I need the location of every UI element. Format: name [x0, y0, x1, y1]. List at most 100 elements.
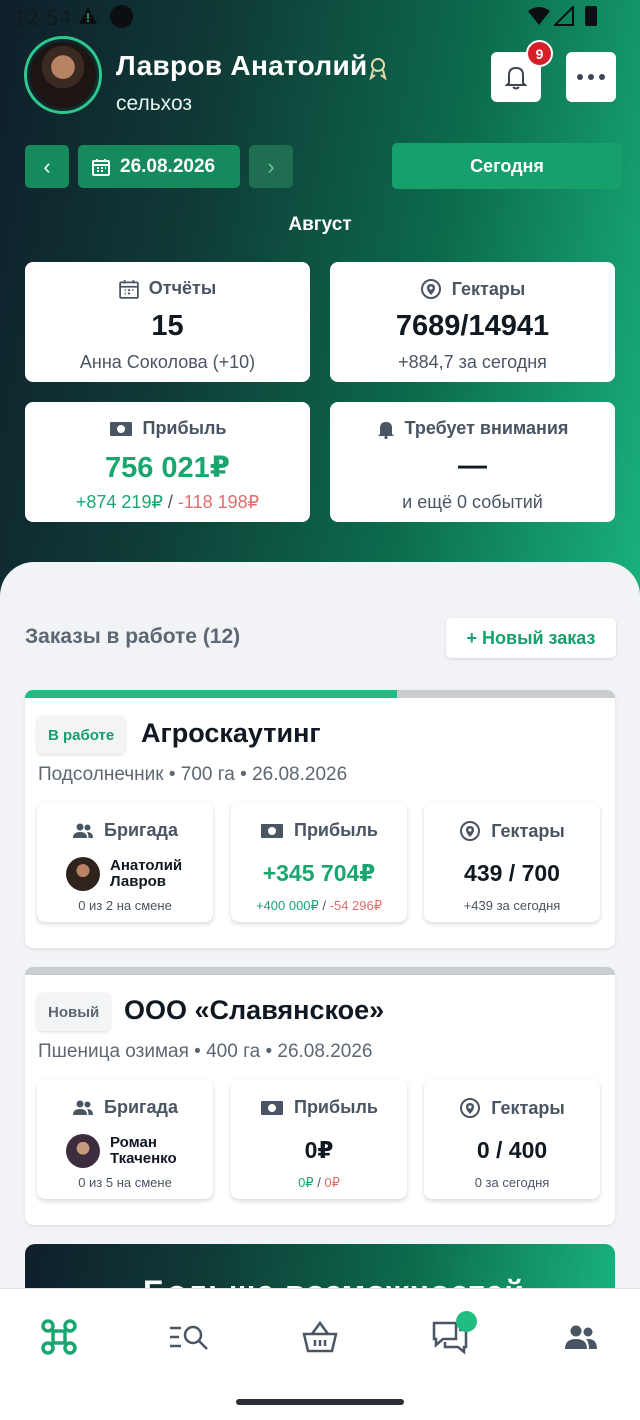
order-name: ООО «Славянское»	[124, 995, 385, 1025]
profit-tile[interactable]: Прибыль 0₽ 0₽ / 0₽	[231, 1079, 407, 1199]
chevron-left-icon: ‹	[43, 153, 51, 179]
status-bar: 12:54	[0, 0, 640, 34]
search-list-icon	[170, 1325, 208, 1350]
profit-value: 756 021₽	[104, 452, 230, 484]
user-avatar[interactable]	[24, 36, 102, 114]
hectares-label: Гектары	[491, 820, 565, 841]
member-last-name: Ткаченко	[110, 1150, 177, 1167]
order-expense: -54 296₽	[329, 898, 383, 913]
more-dot-icon	[599, 74, 605, 80]
reports-value: 15	[151, 310, 184, 342]
drone-icon	[41, 1319, 77, 1355]
shift-status: 0 из 2 на смене	[78, 898, 172, 913]
hectares-label: Гектары	[451, 278, 526, 299]
brigade-tile[interactable]: Бригада Роман Ткаченко 0 из 5 на смене	[37, 1079, 213, 1199]
order-profit: +345 704₽	[262, 860, 376, 886]
order-meta: Пшеница озимая • 400 га • 26.08.2026	[38, 1041, 373, 1062]
reports-card[interactable]: Отчёты 15 Анна Соколова (+10)	[25, 262, 310, 382]
order-profit: 0₽	[304, 1137, 334, 1163]
brigade-label: Бригада	[104, 820, 178, 840]
order-hectares: 0 / 400	[476, 1137, 548, 1163]
chevron-right-icon: ›	[267, 153, 275, 179]
bottom-navigation	[0, 1288, 640, 1420]
nav-drone-tab[interactable]	[39, 1317, 79, 1357]
calendar-icon	[92, 158, 110, 176]
next-date-button[interactable]: ›	[249, 145, 293, 188]
hectares-sub: +884,7 за сегодня	[398, 352, 547, 372]
more-menu-button[interactable]	[566, 52, 616, 102]
hectares-card[interactable]: Гектары 7689/14941 +884,7 за сегодня	[330, 262, 615, 382]
date-picker-button[interactable]: 26.08.2026	[78, 145, 240, 188]
home-indicator	[236, 1399, 404, 1405]
order-card[interactable]: В работе Агроскаутинг Подсолнечник • 700…	[25, 690, 615, 948]
order-hectares-today: +439 за сегодня	[463, 898, 561, 913]
month-label: Август	[288, 214, 352, 235]
cash-icon	[261, 823, 283, 838]
chat-unread-dot	[456, 1311, 477, 1332]
nav-basket-tab[interactable]	[300, 1317, 340, 1357]
bell-icon	[504, 66, 528, 90]
order-profit-separator: /	[313, 1175, 325, 1190]
brigade-member: Анатолий Лавров	[66, 857, 182, 891]
profit-card[interactable]: Прибыль 756 021₽ +874 219₽ / -118 198₽	[25, 402, 310, 522]
bell-icon	[377, 421, 394, 439]
calendar-icon	[118, 279, 139, 299]
signal-icon	[554, 6, 574, 26]
profit-expense: -118 198₽	[177, 492, 260, 512]
order-profit-breakdown: 0₽ / 0₽	[231, 1175, 407, 1191]
more-dot-icon	[577, 74, 583, 80]
hectares-tile[interactable]: Гектары 439 / 700 +439 за сегодня	[424, 802, 600, 922]
selected-date: 26.08.2026	[120, 155, 216, 177]
basket-icon	[302, 1321, 338, 1353]
attention-label: Требует внимания	[404, 418, 569, 438]
team-icon	[73, 823, 94, 838]
nav-team-tab[interactable]	[561, 1317, 601, 1357]
order-progress-fill	[25, 690, 397, 698]
order-progress-bar	[25, 967, 615, 975]
order-status-badge: В работе	[37, 716, 126, 754]
team-icon	[565, 1325, 597, 1349]
member-last-name: Лавров	[110, 873, 167, 890]
location-pin-icon	[420, 279, 441, 299]
reports-sub: Анна Соколова (+10)	[79, 352, 256, 372]
new-order-button[interactable]: + Новый заказ	[446, 618, 616, 658]
order-progress-bar	[25, 690, 615, 698]
order-profit-separator: /	[318, 898, 330, 913]
member-first-name: Роман	[110, 1134, 157, 1151]
order-status-badge: Новый	[37, 993, 111, 1031]
status-time: 12:54	[14, 6, 72, 30]
order-income: +400 000₽	[255, 898, 319, 913]
status-dot-icon	[110, 5, 133, 28]
profit-tile[interactable]: Прибыль +345 704₽ +400 000₽ / -54 296₽	[231, 802, 407, 922]
order-expense: 0₽	[324, 1175, 340, 1190]
warning-icon	[79, 7, 97, 24]
member-avatar	[66, 857, 100, 891]
member-avatar	[66, 1134, 100, 1168]
order-hectares-today: 0 за сегодня	[474, 1175, 550, 1190]
attention-sub: и ещё 0 событий	[402, 492, 543, 512]
profit-income: +874 219₽	[75, 492, 163, 512]
nav-search-tab[interactable]	[169, 1317, 209, 1357]
profit-label: Прибыль	[142, 418, 227, 438]
order-hectares: 439 / 700	[464, 860, 560, 886]
order-card[interactable]: Новый ООО «Славянское» Пшеница озимая • …	[25, 967, 615, 1225]
user-role: сельхоз	[116, 92, 193, 115]
location-pin-icon	[460, 1098, 481, 1118]
brigade-member: Роман Ткаченко	[66, 1134, 177, 1168]
attention-value: —	[458, 450, 487, 482]
wifi-icon	[528, 7, 550, 25]
orders-section-title: Заказы в работе (12)	[25, 625, 241, 648]
user-name: Лавров Анатолий	[116, 50, 368, 81]
attention-card[interactable]: Требует внимания — и ещё 0 событий	[330, 402, 615, 522]
reports-label: Отчёты	[148, 278, 217, 298]
previous-date-button[interactable]: ‹	[25, 145, 69, 188]
order-name: Агроскаутинг	[141, 718, 321, 748]
avatar-photo	[30, 42, 96, 108]
cash-icon	[109, 421, 132, 436]
member-first-name: Анатолий	[110, 857, 183, 874]
hectares-tile[interactable]: Гектары 0 / 400 0 за сегодня	[424, 1079, 600, 1199]
today-button[interactable]: Сегодня	[392, 143, 622, 189]
profit-breakdown: +874 219₽ / -118 198₽	[25, 492, 310, 513]
cash-icon	[261, 1100, 283, 1115]
brigade-tile[interactable]: Бригада Анатолий Лавров 0 из 2 на смене	[37, 802, 213, 922]
